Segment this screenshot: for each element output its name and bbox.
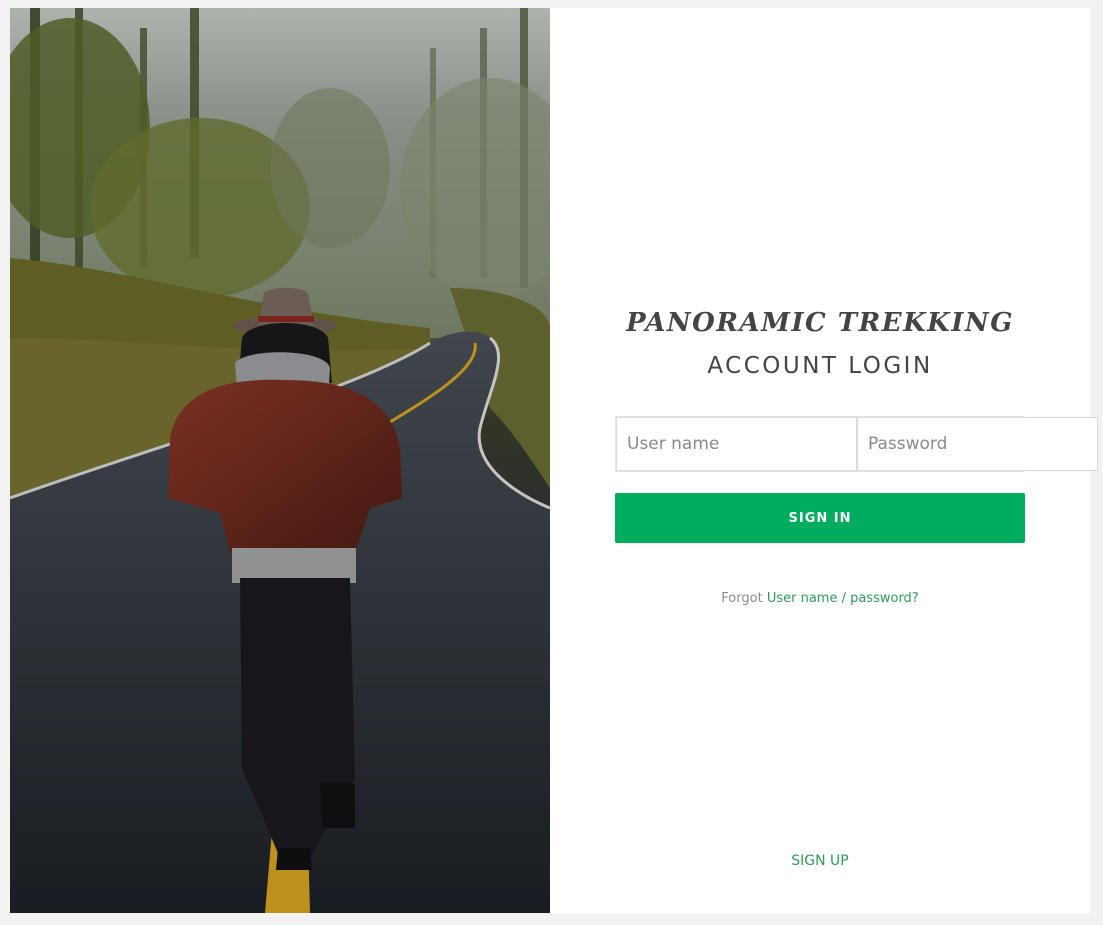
forgot-prefix: Forgot: [721, 591, 763, 606]
brand-title: PANORAMIC TREKKING: [626, 308, 1014, 338]
page-title: ACCOUNT LOGIN: [707, 353, 933, 379]
traveler-on-road-illustration: [10, 8, 550, 913]
sign-up-row: SIGN UP: [550, 853, 1090, 869]
forgot-credentials-link[interactable]: User name / password?: [767, 591, 919, 606]
hero-image: [10, 8, 550, 913]
forgot-credentials: Forgot User name / password?: [550, 591, 1090, 606]
sign-up-link[interactable]: SIGN UP: [791, 853, 848, 869]
sign-in-button[interactable]: SIGN IN: [615, 493, 1025, 543]
login-card: PANORAMIC TREKKING ACCOUNT LOGIN SIGN IN…: [10, 8, 1098, 913]
credentials-row: [615, 416, 1098, 472]
password-input[interactable]: [857, 417, 1098, 471]
username-input[interactable]: [616, 417, 857, 471]
login-panel: PANORAMIC TREKKING ACCOUNT LOGIN SIGN IN…: [550, 8, 1098, 913]
